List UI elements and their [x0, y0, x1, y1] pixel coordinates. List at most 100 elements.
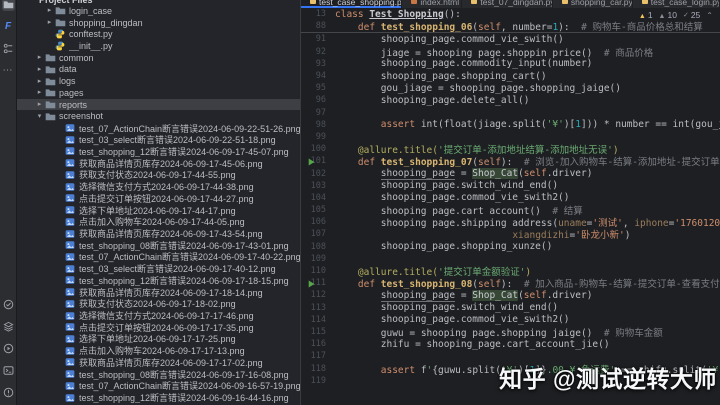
vcs-check-icon[interactable]: [2, 298, 15, 311]
tree-item[interactable]: 选择下单地址2024-06-09-17-44-17.png: [17, 204, 300, 216]
tree-item[interactable]: ▸ pages: [17, 87, 300, 99]
tree-item-label: test_03_select断言错误2024-06-09-22-51-18.pn…: [79, 135, 276, 146]
structure-icon[interactable]: [2, 42, 15, 55]
activity-top: F ⋯: [1, 0, 15, 77]
tree-item[interactable]: test_shopping_12断言错误2024-06-09-17-45-07.…: [17, 146, 300, 158]
tree-item[interactable]: 选择微信支付方式2024-06-09-17-44-38.png: [17, 181, 300, 193]
tree-item[interactable]: test_shopping_12断言错误2024-06-09-17-18-15.…: [17, 275, 300, 287]
chevron-right-icon[interactable]: ▸: [35, 54, 44, 61]
activity-bar: F ⋯: [0, 0, 17, 405]
code-text: shooping_page.commodity_input(number): [335, 58, 593, 70]
tree-item[interactable]: 获取商品详情页库存2024-06-09-17-18-14.png: [17, 286, 300, 298]
chevron-right-icon[interactable]: ▸: [35, 78, 44, 85]
tree-item[interactable]: 选择微信支付方式2024-06-09-17-17-46.png: [17, 310, 300, 322]
tree-item[interactable]: 获取支付状态2024-06-09-17-18-02.png: [17, 298, 300, 310]
tree-item[interactable]: test_07_ActionChain断言错误2024-06-09-16-57-…: [17, 380, 300, 392]
run-button[interactable]: [308, 280, 315, 290]
folder-icon: [44, 111, 56, 122]
tree-item[interactable]: 获取商品详情页库存2024-06-09-17-43-54.png: [17, 228, 300, 240]
tree-item[interactable]: test_shopping_12断言错误2024-06-09-16-44-16.…: [17, 392, 300, 404]
code-line: 104 shooping_page.commod_vie_swith2(): [301, 192, 720, 204]
tree-item[interactable]: test_07_ActionChain断言错误2024-06-09-17-40-…: [17, 251, 300, 263]
code-line: 103 shooping_page.switch_wind_end(): [301, 180, 720, 192]
line-number: 110: [310, 266, 326, 277]
tree-item[interactable]: 获取商品详情页库存2024-06-09-17-17-02.png: [17, 357, 300, 369]
tree-item[interactable]: 点击加入购物车2024-06-09-17-44-05.png: [17, 216, 300, 228]
line-number: 101: [301, 156, 335, 166]
tree-item[interactable]: test_03_select断言错误2024-06-09-17-40-12.pn…: [17, 263, 300, 275]
code-text: shooping_page.shopping_xunze(): [335, 241, 553, 253]
tree-item[interactable]: 点击加入购物车2024-06-09-17-17-13.png: [17, 345, 300, 357]
warning-icon: ▲: [638, 13, 646, 20]
editor-tab[interactable]: test_case_login.py: [633, 0, 720, 8]
tree-item[interactable]: ▸ login_case: [17, 5, 300, 17]
folder-icon: [44, 52, 56, 63]
tree-item[interactable]: test_03_select断言错误2024-06-09-22-51-18.pn…: [17, 134, 300, 146]
tree-item[interactable]: ▸ common: [17, 52, 300, 64]
tree-item[interactable]: ▸ data: [17, 64, 300, 76]
project-tree-header[interactable]: Project Files: [17, 0, 300, 5]
tree-item[interactable]: ▸ reports: [17, 98, 300, 111]
tree-item[interactable]: test_shopping_08断言错误2024-06-09-17-16-08.…: [17, 368, 300, 380]
chevron-right-icon[interactable]: ▸: [45, 19, 54, 26]
services-icon[interactable]: [2, 320, 15, 333]
code-text: shooping_page.switch_wind_end(): [335, 302, 559, 314]
tree-item-label: common: [59, 52, 94, 63]
code-line: 115 guwu = shooping_page.shopping_jaige(…: [301, 326, 720, 339]
chevron-right-icon[interactable]: ▸: [35, 66, 44, 73]
tree-item[interactable]: conftest.py: [17, 28, 300, 40]
problems-icon[interactable]: [2, 386, 15, 399]
tree-item[interactable]: 点击提交订单按钮2024-06-09-17-17-35.png: [17, 321, 300, 333]
more-tools-icon[interactable]: ⋯: [2, 64, 15, 77]
chevron-right-icon[interactable]: ▸: [35, 101, 44, 108]
code-text: shooping_page.commod_vie_swith2(): [335, 192, 570, 204]
activity-bottom: [2, 298, 15, 405]
python-console-icon[interactable]: [2, 342, 15, 355]
editor-tab[interactable]: test_07_dingdan.py: [462, 0, 553, 8]
chevron-right-icon[interactable]: ▸: [45, 7, 54, 14]
tree-item[interactable]: ▸ logs: [17, 75, 300, 87]
editor-tab[interactable]: test_case_shopping.py: [301, 0, 403, 8]
ide-window: F ⋯ Project Files ▸ login_case ▸ shopping_di…: [0, 0, 720, 405]
tree-item[interactable]: 获取支付状态2024-06-09-17-44-55.png: [17, 169, 300, 181]
code-area[interactable]: 91 shooping_page.commod_vie_swith() 92 ji…: [301, 33, 720, 386]
chevron-down-icon[interactable]: ▾: [35, 113, 44, 120]
tree-item-label: test_shopping_12断言错误2024-06-09-16-44-16.…: [79, 393, 289, 404]
editor-panel[interactable]: test_case_shopping.py index.html test_07_d…: [301, 0, 720, 405]
code-line: 105 shooping_page.cart_account() # 结算: [301, 204, 720, 216]
tree-item[interactable]: 获取商品详情页库存2024-06-09-17-45-06.png: [17, 157, 300, 169]
tree-item[interactable]: ▾ screenshot: [17, 110, 300, 122]
project-icon[interactable]: [1, 0, 15, 11]
tree-item-label: test_07_ActionChain断言错误2024-06-09-17-40-…: [79, 252, 300, 263]
editor-tab[interactable]: index.html: [402, 0, 463, 8]
code-text: shooping_page.commod_vie_swith(): [335, 33, 564, 45]
chevron-up-icon[interactable]: ⌃: [706, 11, 713, 20]
code-line: 93 shooping_page.commodity_input(number): [301, 58, 720, 70]
tree-item-label: test_07_ActionChain断言错误2024-06-09-22-51-…: [79, 123, 300, 134]
tree-item[interactable]: 点击提交订单按钮2024-06-09-17-44-27.png: [17, 193, 300, 205]
tree-item-label: 点击加入购物车2024-06-09-17-17-13.png: [79, 346, 245, 357]
code-line: 100 @allure.title('提交订单-添加地址结算-添加地址无误'): [301, 143, 720, 155]
tree-item[interactable]: 选择下单地址2024-06-09-17-17-25.png: [17, 333, 300, 345]
folder-icon: [44, 76, 56, 87]
tree-item[interactable]: ▸ shopping_dingdan: [17, 17, 300, 29]
line-number: 107: [310, 229, 326, 240]
image-icon: [64, 333, 76, 344]
code-line: 108 shooping_page.shopping_xunze(): [301, 241, 720, 253]
folder-icon: [44, 87, 56, 98]
tree-item[interactable]: __init__.py: [17, 40, 300, 52]
inspections-widget[interactable]: ▲ 1 ▲ 10 ✓ 25 ⌃: [639, 10, 713, 20]
favorites-icon[interactable]: F: [2, 20, 15, 33]
code-line: 96 shooping_page.delete_all(): [301, 94, 720, 106]
image-icon: [64, 123, 76, 134]
editor-tab[interactable]: shopping_car.py: [553, 0, 633, 8]
tree-item[interactable]: test_shopping_08断言错误2024-06-09-17-43-01.…: [17, 239, 300, 251]
tree-item-label: 获取支付状态2024-06-09-17-18-02.png: [79, 299, 236, 310]
tree-item[interactable]: test_07_ActionChain断言错误2024-06-09-22-51-…: [17, 122, 300, 134]
tree-item-label: reports: [59, 99, 88, 110]
terminal-icon[interactable]: [2, 364, 15, 377]
run-button[interactable]: [308, 158, 315, 168]
editor-tab-label: index.html: [420, 0, 460, 7]
typo-count: 25: [690, 10, 701, 20]
chevron-right-icon[interactable]: ▸: [35, 89, 44, 96]
